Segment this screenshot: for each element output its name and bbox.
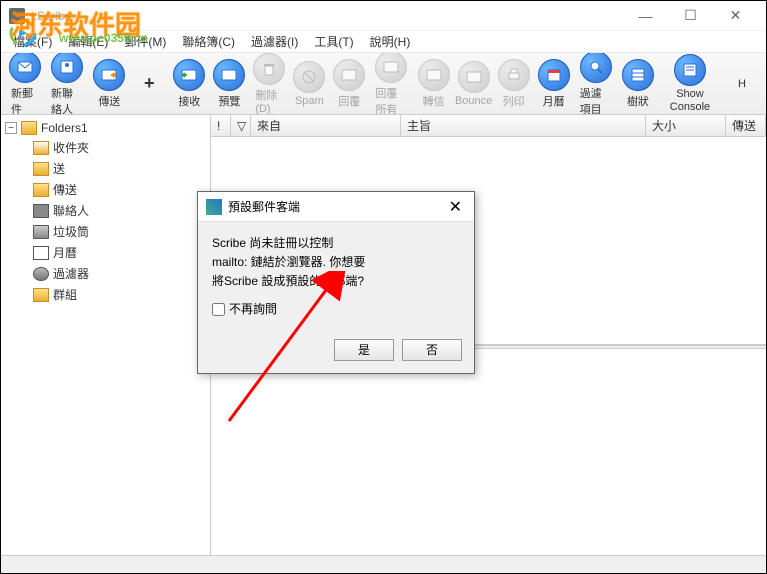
- trash-icon: [253, 53, 285, 85]
- tree-filter[interactable]: 過濾器: [25, 263, 206, 284]
- preview-pane: [211, 349, 766, 556]
- dialog-text-3: 將Scribe 設成預設的電郵端?: [212, 272, 460, 291]
- bounce-icon: [458, 61, 490, 93]
- spam-button[interactable]: Spam: [289, 59, 329, 109]
- yes-button[interactable]: 是: [334, 339, 394, 361]
- contact-icon: [51, 53, 83, 83]
- menu-file[interactable]: 檔案(F): [5, 31, 60, 52]
- statusbar: [1, 555, 766, 573]
- toolbar: 新郵件 新聯絡人 傳送 + 接收 預覽 刪除(D) Spam 回覆 回覆所有 轉…: [1, 53, 766, 115]
- spam-icon: [293, 61, 325, 93]
- tree-group[interactable]: 群組: [25, 284, 206, 305]
- no-button[interactable]: 否: [402, 339, 462, 361]
- window-title: i.Scribe: [31, 9, 623, 23]
- dialog-title: 預設郵件客端: [228, 198, 445, 215]
- tree-contacts[interactable]: 聯絡人: [25, 200, 206, 221]
- calendar-icon: [33, 246, 49, 260]
- console-button[interactable]: Show Console: [658, 53, 722, 115]
- forward-button[interactable]: 轉信: [414, 57, 454, 111]
- maximize-button[interactable]: ☐: [668, 1, 713, 31]
- contacts-icon: [33, 204, 49, 218]
- col-from[interactable]: 來自: [251, 115, 401, 136]
- print-icon: [498, 59, 530, 91]
- menu-edit[interactable]: 編輯(E): [60, 31, 116, 52]
- dialog-titlebar: 預設郵件客端 ✕: [198, 192, 474, 222]
- col-flag[interactable]: !: [211, 115, 231, 136]
- calendar-button[interactable]: 月曆: [534, 57, 574, 111]
- dialog-buttons: 是 否: [198, 331, 474, 373]
- menu-help[interactable]: 說明(H): [362, 31, 419, 52]
- dialog-text-2: mailto: 鏈結於瀏覽器. 你想要: [212, 253, 460, 272]
- tree-sent[interactable]: 送: [25, 158, 206, 179]
- tree-trash[interactable]: 垃圾筒: [25, 221, 206, 242]
- plus-icon: +: [144, 73, 155, 94]
- close-button[interactable]: ✕: [713, 1, 758, 31]
- inbox-icon: [33, 141, 49, 155]
- send-button[interactable]: 傳送: [89, 57, 129, 111]
- new-mail-button[interactable]: 新郵件: [5, 53, 45, 115]
- preview-icon: [213, 59, 245, 91]
- console-icon: [674, 54, 706, 86]
- group-icon: [33, 288, 49, 302]
- dont-ask-checkbox[interactable]: 不再詢問: [212, 300, 460, 319]
- tree-calendar[interactable]: 月曆: [25, 242, 206, 263]
- sent-icon: [33, 162, 49, 176]
- reply-all-button[interactable]: 回覆所有: [369, 53, 413, 115]
- menubar: 檔案(F) 編輯(E) 郵件(M) 聯絡簿(C) 過濾器(I) 工具(T) 說明…: [1, 31, 766, 53]
- col-sent[interactable]: 傳送: [726, 115, 766, 136]
- send-icon: [93, 59, 125, 91]
- tree-inbox[interactable]: 收件夾: [25, 137, 206, 158]
- default-mail-client-dialog: 預設郵件客端 ✕ Scribe 尚未註冊以控制 mailto: 鏈結於瀏覽器. …: [197, 191, 475, 374]
- collapse-icon[interactable]: −: [5, 122, 17, 134]
- delete-button[interactable]: 刪除(D): [249, 53, 289, 115]
- calendar-icon: [538, 59, 570, 91]
- dialog-close-button[interactable]: ✕: [445, 197, 466, 217]
- tree-outbox[interactable]: 傳送: [25, 179, 206, 200]
- reply-all-icon: [375, 53, 407, 83]
- receive-icon: [173, 59, 205, 91]
- list-header: ! ▽ 來自 主旨 大小 傳送: [211, 115, 766, 137]
- titlebar: i.Scribe — ☐ ✕: [1, 1, 766, 31]
- filter-items-button[interactable]: 過濾項目: [574, 53, 618, 115]
- menu-filter[interactable]: 過濾器(I): [243, 31, 306, 52]
- col-subject[interactable]: 主旨: [401, 115, 646, 136]
- bounce-button[interactable]: Bounce: [454, 59, 494, 109]
- trash-icon: [33, 225, 49, 239]
- h-button[interactable]: H: [722, 76, 762, 92]
- tree-root[interactable]: − Folders1: [5, 119, 206, 137]
- search-icon: [580, 53, 612, 83]
- app-icon: [9, 8, 25, 24]
- folder-icon: [21, 121, 37, 135]
- mail-icon: [9, 53, 41, 83]
- reply-icon: [333, 59, 365, 91]
- menu-tools[interactable]: 工具(T): [306, 31, 361, 52]
- dialog-icon: [206, 199, 222, 215]
- menu-mail[interactable]: 郵件(M): [116, 31, 174, 52]
- outbox-icon: [33, 183, 49, 197]
- dialog-body: Scribe 尚未註冊以控制 mailto: 鏈結於瀏覽器. 你想要 將Scri…: [198, 222, 474, 331]
- print-button[interactable]: 列印: [494, 57, 534, 111]
- new-contact-button[interactable]: 新聯絡人: [45, 53, 89, 115]
- menu-contacts[interactable]: 聯絡簿(C): [174, 31, 243, 52]
- preview-button[interactable]: 預覽: [209, 57, 249, 111]
- tree-icon: [622, 59, 654, 91]
- dont-ask-input[interactable]: [212, 303, 225, 316]
- tree-button[interactable]: 樹狀: [618, 57, 658, 111]
- folder-tree: − Folders1 收件夾 送 傳送 聯絡人 垃圾筒 月曆 過濾器 群組: [1, 115, 211, 555]
- col-size[interactable]: 大小: [646, 115, 726, 136]
- receive-button[interactable]: 接收: [169, 57, 209, 111]
- minimize-button[interactable]: —: [623, 1, 668, 31]
- plus-button[interactable]: +: [129, 71, 169, 96]
- forward-icon: [418, 59, 450, 91]
- dialog-text-1: Scribe 尚未註冊以控制: [212, 234, 460, 253]
- filter-icon: [33, 267, 49, 281]
- col-attach[interactable]: ▽: [231, 115, 251, 136]
- reply-button[interactable]: 回覆: [329, 57, 369, 111]
